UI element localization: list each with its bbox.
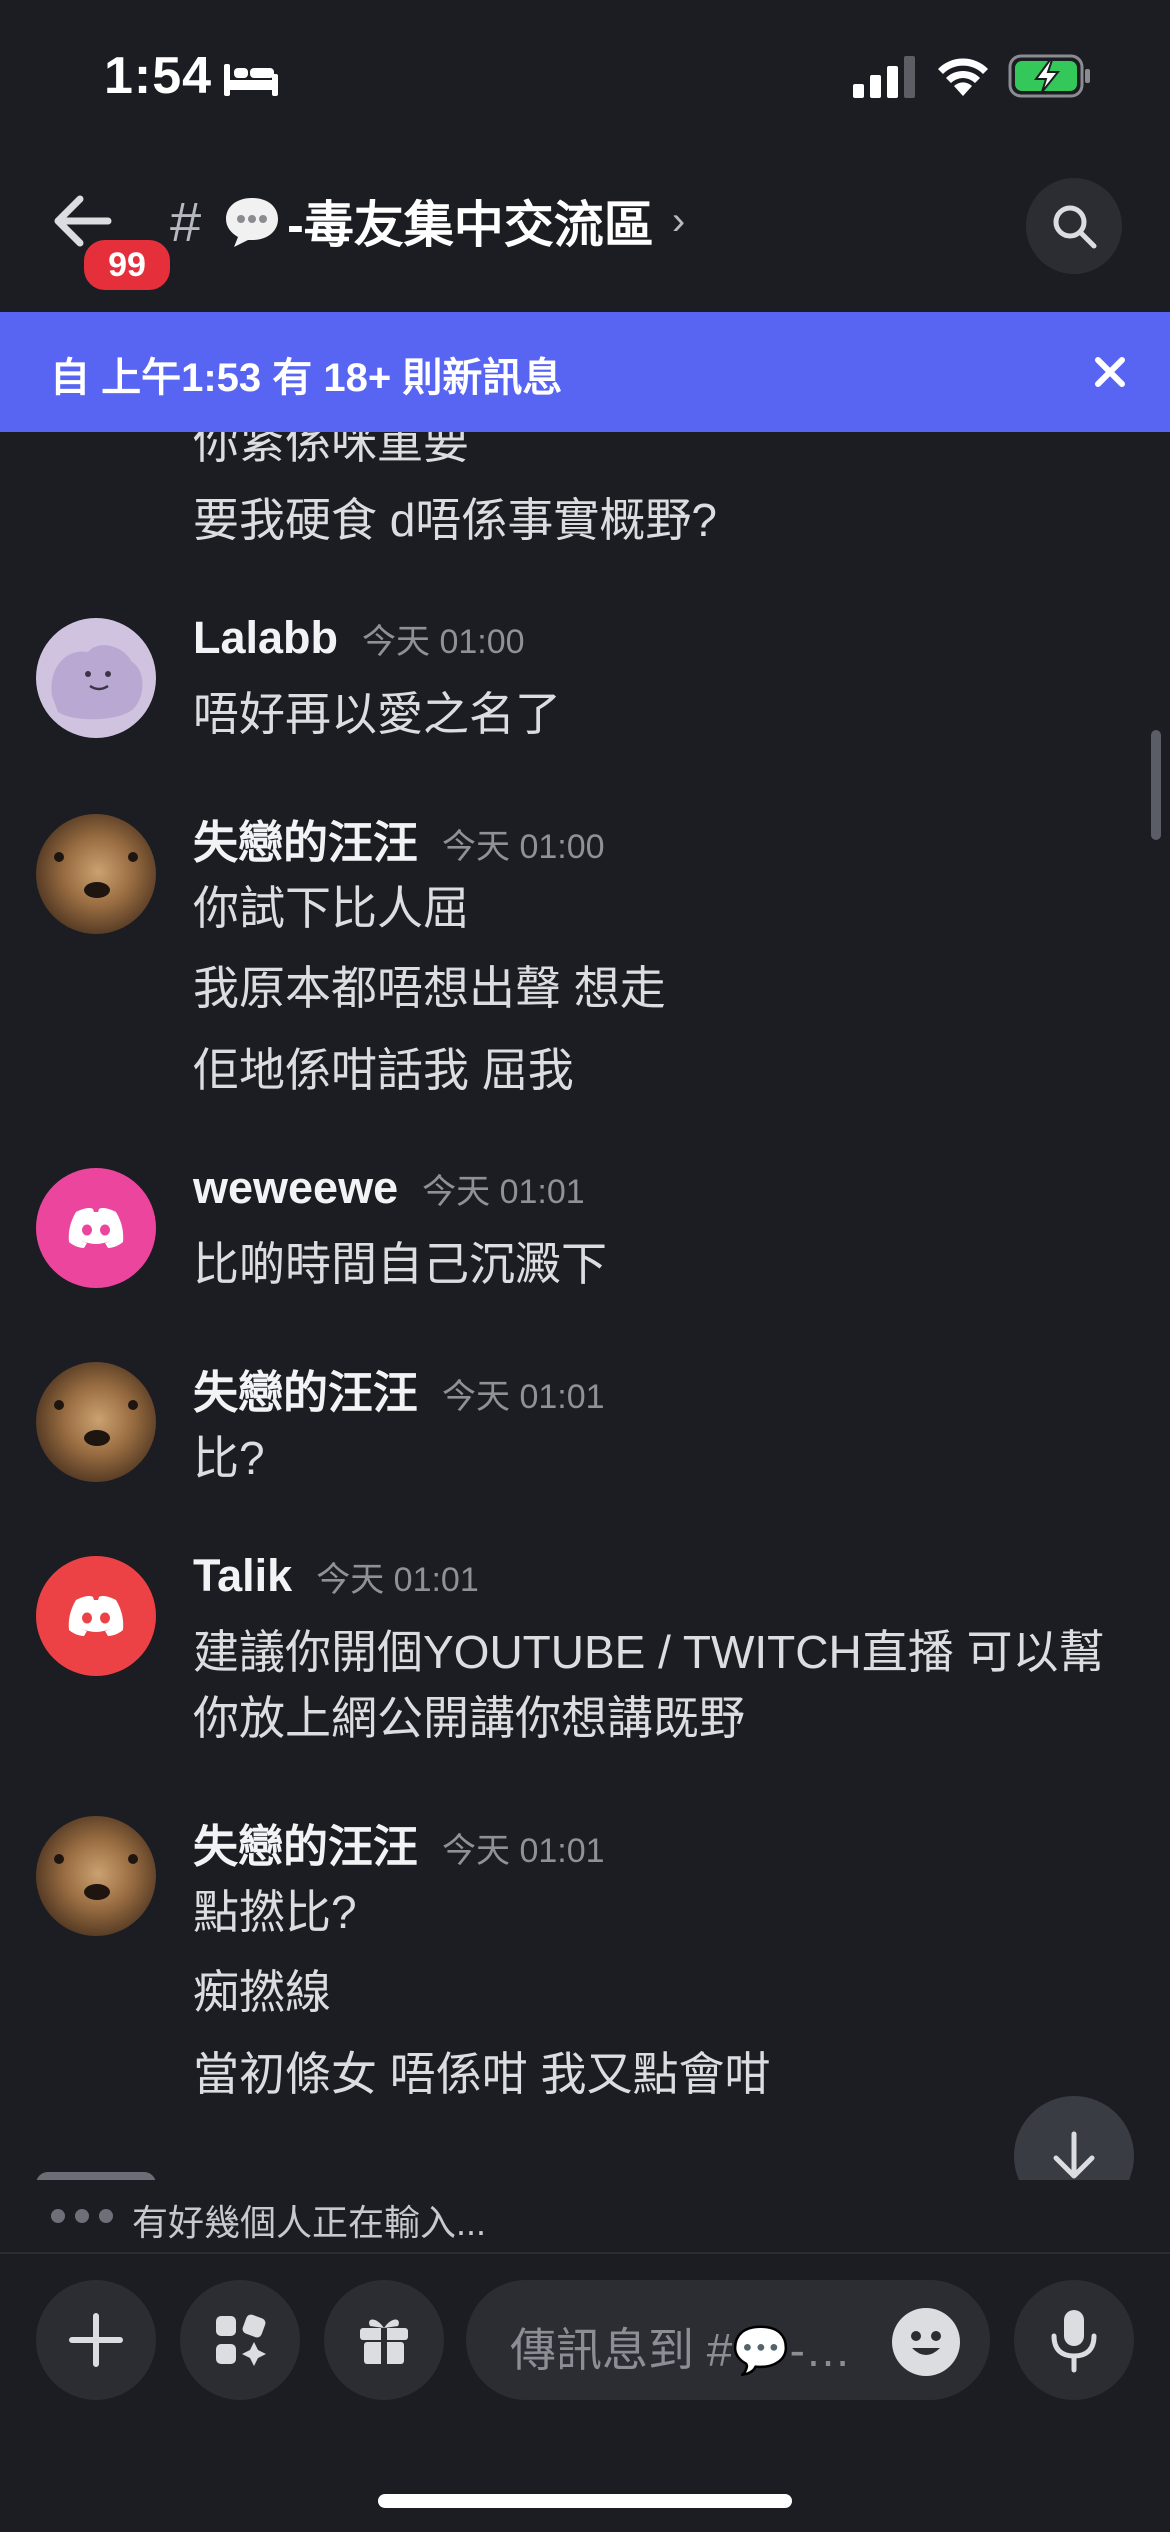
channel-title[interactable]: # -毒友集中交流區 ›: [170, 185, 685, 257]
discord-icon: [68, 1208, 124, 1248]
unread-badge: 99: [80, 236, 174, 294]
emoji-button[interactable]: [892, 2308, 960, 2376]
avatar-weweewe[interactable]: [36, 1168, 156, 1288]
channel-name: -毒友集中交流區: [287, 197, 654, 253]
scrollbar-thumb[interactable]: [1151, 730, 1161, 840]
close-icon[interactable]: [1090, 352, 1130, 392]
wifi-icon: [938, 58, 988, 96]
ditto-avatar-icon: [51, 645, 143, 720]
message-author[interactable]: Talik 今天 01:01: [193, 1550, 479, 1602]
arrow-down-icon: [1053, 2131, 1095, 2179]
message-timestamp: 今天 01:01: [422, 1173, 585, 1211]
gift-button[interactable]: [324, 2280, 444, 2400]
message-author[interactable]: weweewe 今天 01:01: [193, 1162, 585, 1214]
message-text: 痴撚線: [193, 1966, 331, 2018]
message-text: 建議你開個YOUTUBE / TWITCH直播 可以幫: [193, 1626, 1105, 1678]
avatar-talik[interactable]: [36, 1556, 156, 1676]
message-text: 比啲時間自己沉澱下: [193, 1238, 607, 1290]
emoji-icon: [911, 2331, 941, 2355]
avatar-dog[interactable]: [36, 814, 156, 934]
username[interactable]: Lalabb: [193, 612, 338, 663]
search-icon: [1053, 205, 1097, 249]
message-timestamp: 今天 01:00: [442, 828, 605, 866]
message-text: 比?: [193, 1432, 265, 1484]
message-author[interactable]: 失戀的汪汪 今天 01:01: [193, 1356, 605, 1421]
signal-icon: [853, 56, 915, 98]
message-text: 當初條女 唔係咁 我又點會咁: [193, 2048, 771, 2100]
typing-indicator-text: 有好幾個人正在輸入...: [132, 2202, 487, 2243]
microphone-icon: [1051, 2310, 1097, 2373]
bed-icon: [224, 64, 278, 96]
message-text: 佢地係咁話我 屈我: [193, 1044, 574, 1096]
plus-icon: [69, 2313, 123, 2367]
discord-icon: [68, 1596, 124, 1636]
status-time: 1:54: [104, 47, 213, 105]
message-timestamp: 今天 01:01: [442, 1378, 605, 1416]
voice-message-button[interactable]: [1014, 2280, 1134, 2400]
avatar-dog[interactable]: [36, 1362, 156, 1482]
message-text: 要我硬食 d唔係事實概野?: [193, 494, 717, 546]
apps-button[interactable]: [180, 2280, 300, 2400]
username[interactable]: 失戀的汪汪: [193, 817, 418, 868]
avatar-lalabb[interactable]: [36, 618, 156, 738]
channel-hash: #: [170, 189, 202, 253]
home-indicator[interactable]: [378, 2494, 792, 2508]
battery-icon: [1008, 54, 1090, 98]
username[interactable]: weweewe: [193, 1162, 398, 1213]
speech-bubble-icon: [226, 198, 279, 247]
message-text: 我原本都唔想出聲 想走: [193, 962, 666, 1014]
message-timestamp: 今天 01:00: [362, 623, 525, 661]
add-attachment-button[interactable]: [36, 2280, 156, 2400]
search-button[interactable]: [1026, 178, 1122, 274]
message-author[interactable]: Lalabb 今天 01:00: [193, 612, 525, 664]
message-author[interactable]: 失戀的汪汪 今天 01:00: [193, 806, 605, 871]
message-timestamp: 今天 01:01: [316, 1561, 479, 1599]
username[interactable]: 失戀的汪汪: [193, 1821, 418, 1872]
typing-dots-icon: [51, 2209, 113, 2223]
message-text: 點撚比?: [193, 1886, 357, 1938]
message-input-placeholder[interactable]: 傳訊息到 #💬-…: [510, 2314, 851, 2380]
username[interactable]: Talik: [193, 1550, 292, 1601]
apps-icon: [216, 2314, 266, 2366]
new-messages-text[interactable]: 自 上午1:53 有 18+ 則新訊息: [50, 345, 562, 403]
username[interactable]: 失戀的汪汪: [193, 1367, 418, 1418]
channel-chevron: ›: [671, 198, 686, 243]
gift-icon: [360, 2319, 408, 2364]
message-timestamp: 今天 01:01: [442, 1832, 605, 1870]
message-text: 唔好再以愛之名了: [193, 688, 561, 740]
avatar-dog[interactable]: [36, 1816, 156, 1936]
message-text: 你放上網公開講你想講既野: [193, 1692, 745, 1744]
message-text: 你試下比人屈: [193, 882, 469, 934]
message-author[interactable]: 失戀的汪汪 今天 01:01: [193, 1810, 605, 1875]
